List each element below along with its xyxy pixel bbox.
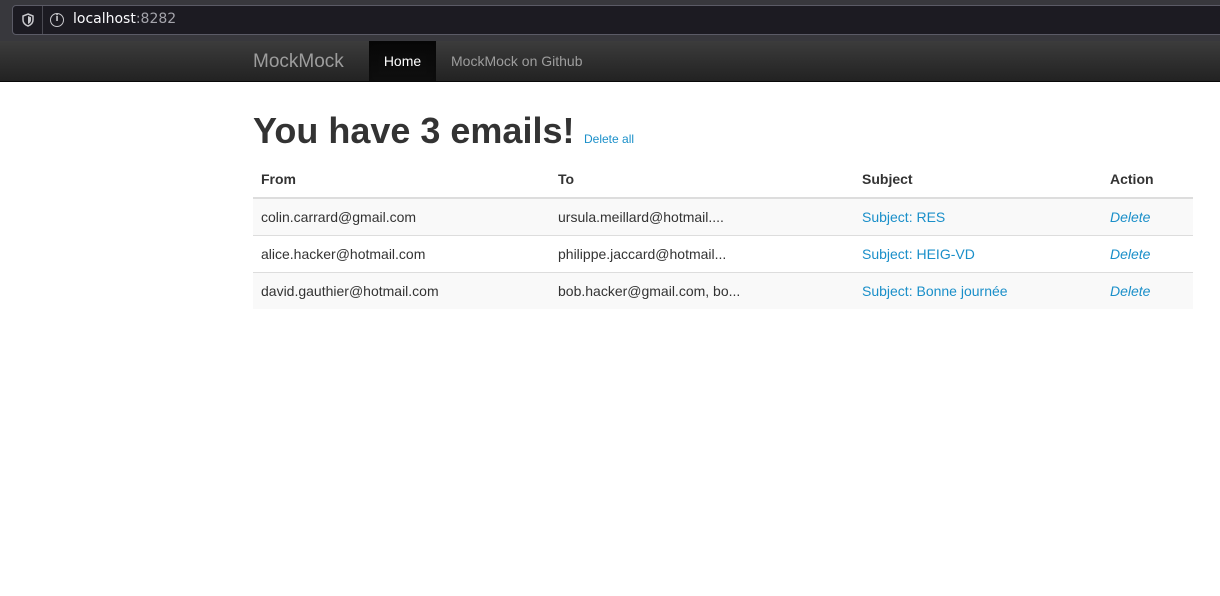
delete-email-link[interactable]: Delete [1110, 246, 1150, 262]
column-header-subject: Subject [854, 160, 1102, 199]
emails-table: From To Subject Action colin.carrard@gma… [253, 160, 1193, 309]
url-host: localhost [73, 11, 136, 27]
email-action-cell: Delete [1102, 198, 1193, 235]
email-subject-link[interactable]: Subject: Bonne journée [862, 283, 1008, 299]
browser-toolbar: i localhost:8282 [0, 0, 1220, 41]
email-subject-link[interactable]: Subject: HEIG-VD [862, 246, 975, 262]
email-action-cell: Delete [1102, 271, 1193, 309]
email-from: alice.hacker@hotmail.com [253, 234, 550, 272]
shield-icon [21, 13, 34, 27]
delete-all-link[interactable]: Delete all [584, 132, 634, 146]
info-icon[interactable]: i [50, 13, 64, 27]
email-from: david.gauthier@hotmail.com [253, 271, 550, 309]
email-subject-cell: Subject: HEIG-VD [854, 234, 1102, 272]
email-action-cell: Delete [1102, 234, 1193, 272]
email-subject-cell: Subject: Bonne journée [854, 271, 1102, 309]
page-title: You have 3 emails! [253, 110, 575, 151]
delete-email-link[interactable]: Delete [1110, 209, 1150, 225]
nav-item-home[interactable]: Home [369, 41, 436, 81]
email-to: ursula.meillard@hotmail.... [550, 198, 854, 235]
navbar: MockMock Home MockMock on Github [0, 41, 1220, 82]
tracking-protection-button[interactable] [13, 6, 43, 34]
nav-item-github[interactable]: MockMock on Github [451, 41, 583, 81]
column-header-from: From [253, 160, 550, 199]
url-bar[interactable]: i localhost:8282 [12, 5, 1220, 35]
url-text[interactable]: localhost:8282 [73, 11, 176, 27]
url-port: :8282 [135, 11, 177, 27]
column-header-action: Action [1102, 160, 1193, 199]
email-from: colin.carrard@gmail.com [253, 198, 550, 235]
column-header-to: To [550, 160, 854, 199]
email-subject-cell: Subject: RES [854, 198, 1102, 235]
table-row: david.gauthier@hotmail.com bob.hacker@gm… [253, 271, 1193, 309]
table-row: colin.carrard@gmail.com ursula.meillard@… [253, 198, 1193, 235]
email-to: philippe.jaccard@hotmail... [550, 234, 854, 272]
table-header-row: From To Subject Action [253, 160, 1193, 199]
table-row: alice.hacker@hotmail.com philippe.jaccar… [253, 234, 1193, 272]
delete-email-link[interactable]: Delete [1110, 283, 1150, 299]
navbar-brand[interactable]: MockMock [253, 51, 344, 73]
email-to: bob.hacker@gmail.com, bo... [550, 271, 854, 309]
email-subject-link[interactable]: Subject: RES [862, 209, 945, 225]
